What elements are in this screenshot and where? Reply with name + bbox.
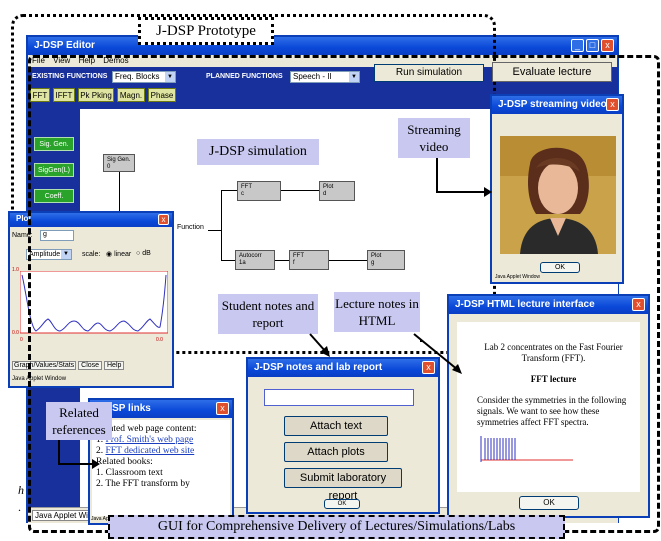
close-icon[interactable]: x [601,39,614,52]
html-lecture-window: J-DSP HTML lecture interface x Lab 2 con… [447,294,650,518]
notes-ok-button[interactable]: OK [324,499,360,509]
related-books-label: Related books: [96,457,153,467]
close-icon[interactable]: x [216,402,229,415]
minimize-icon[interactable]: _ [571,39,584,52]
notes-titlebar[interactable]: J-DSP notes and lab report [248,359,438,377]
stray-text: . [18,500,21,514]
attach-text-button[interactable]: Attach text [284,416,388,436]
lecture-content: Lab 2 concentrates on the Fast Fourier T… [457,322,640,492]
attach-plots-button[interactable]: Attach plots [284,442,388,462]
lecture-ok-button[interactable]: OK [519,496,579,510]
lecture-body: Consider the symmetries in the following… [477,395,627,427]
stray-text: h [18,483,24,497]
link-prof-smith[interactable]: Prof. Smith's web page [106,435,194,445]
link-item: 2. FFT dedicated web site [96,446,195,456]
maximize-icon[interactable]: □ [586,39,599,52]
links-content: Related web page content: 1. Prof. Smith… [92,420,230,516]
close-icon[interactable]: x [632,298,645,311]
book-item: 1. Classroom text [96,468,163,478]
plot-ymax: 1.0 [12,267,19,273]
lecture-intro: Lab 2 concentrates on the Fast Fourier T… [484,342,623,363]
close-icon[interactable]: x [422,361,435,374]
lecture-heading: FFT lecture [530,374,577,384]
notes-window: J-DSP notes and lab report x Attach text… [246,357,440,514]
lecture-notes-callout: Lecture notes in HTML [334,292,420,332]
book-item: 2. The FFT transform by [96,479,190,489]
plot-xmin: 0 [20,337,23,343]
html-lecture-title: J-DSP HTML lecture interface [455,299,595,310]
arrow-line [58,440,60,464]
student-arrow [309,333,330,357]
student-notes-callout: Student notes and report [218,294,318,334]
related-references-callout: Related references [46,402,112,440]
arrow-head-icon [92,459,100,469]
notes-title: J-DSP notes and lab report [254,362,383,373]
html-lecture-titlebar[interactable]: J-DSP HTML lecture interface [449,296,648,314]
arrow-line [58,463,94,465]
link-fft-site[interactable]: FFT dedicated web site [106,446,195,456]
link-item: 1. Prof. Smith's web page [96,435,194,445]
notes-text-field[interactable] [264,389,414,406]
prototype-label: J-DSP Prototype [138,17,274,45]
gui-label: GUI for Comprehensive Delivery of Lectur… [108,515,565,539]
lecture-signal-plot [480,436,573,462]
related-web-label: Related web page content: [96,424,197,434]
plot-ymin: 0.0 [12,330,19,336]
submit-report-button[interactable]: Submit laboratory report [284,468,402,502]
